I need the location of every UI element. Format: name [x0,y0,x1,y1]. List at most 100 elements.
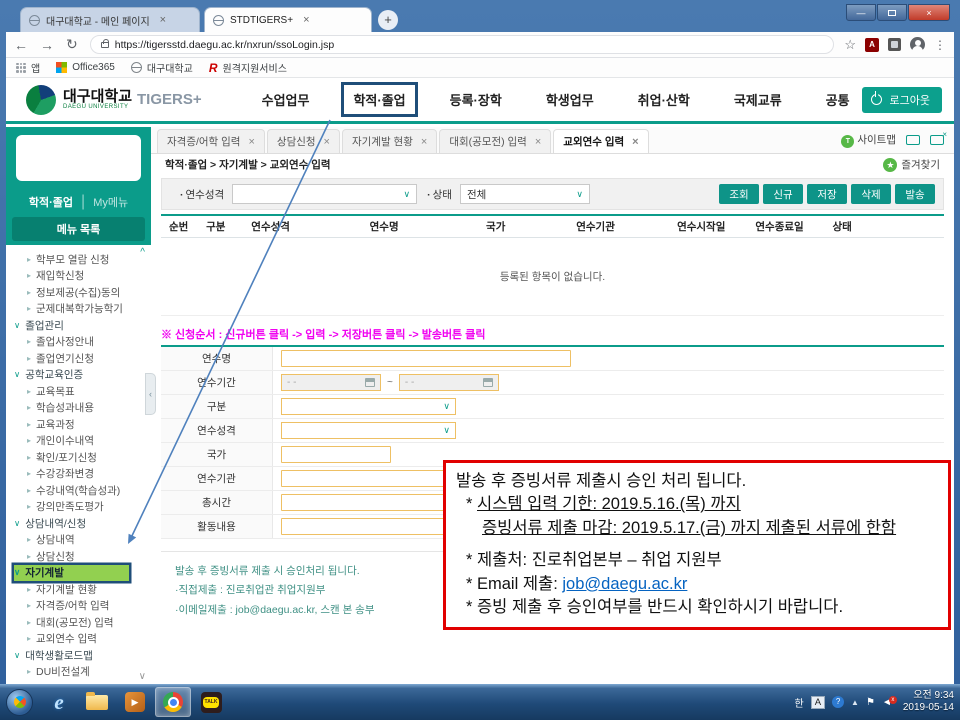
browser-menu-icon[interactable]: ⋮ [934,38,946,52]
sidebar-item[interactable]: 공학교육인증 [14,367,147,384]
sidebar-item[interactable]: 수강강좌변경 [14,466,147,483]
email-link[interactable]: job@daegu.ac.kr [562,575,687,593]
filter-nature-select[interactable]: ∨ [232,184,417,204]
tab-close-icon[interactable]: × [324,136,330,148]
sidebar-item[interactable]: 자기계발 현황 [14,581,147,598]
window-mode-icon[interactable] [906,135,920,145]
nav-item[interactable]: 학적·졸업 [341,82,417,117]
sidebar-item[interactable]: 학부모 열람 신청 [14,251,147,268]
toolbar-button[interactable]: 조회 [719,184,759,204]
training-name-input[interactable] [281,350,571,367]
sidebar-item[interactable]: 정보제공(수집)동의 [14,284,147,301]
bookmark-office365[interactable]: Office365 [56,62,115,73]
sidebar-item[interactable]: 확인/포기신청 [14,449,147,466]
sidebar-item[interactable]: 학습성과내용 [14,400,147,417]
workspace-tab[interactable]: 상담신청 × [267,129,340,153]
forward-button[interactable]: → [40,37,54,53]
add-favorite-link[interactable]: ★ 즐겨찾기 [883,157,940,172]
bookmark-star-icon[interactable]: ☆ [844,37,856,53]
workspace-tab[interactable]: 자격증/어학 입력 × [157,129,265,153]
nature-select[interactable]: ∨ [281,422,456,439]
filter-status-select[interactable]: 전체∨ [460,184,590,204]
bookmark-apps[interactable]: 앱 [16,60,40,75]
sidebar-item[interactable]: 교외연수 입력 [14,631,147,648]
nav-item[interactable]: 등록·장학 [450,90,502,109]
show-hidden-icons[interactable]: ▲ [851,698,859,707]
sidebar-item[interactable]: 대회(공모전) 입력 [14,614,147,631]
sidebar-item[interactable]: 상담내역/신청 [14,515,147,532]
toolbar-button[interactable]: 신규 [763,184,803,204]
tab-close-icon[interactable]: × [632,136,638,148]
sidebar-item[interactable]: 졸업관리 [14,317,147,334]
close-button[interactable]: × [908,4,950,21]
tab-close-icon[interactable]: × [160,14,166,26]
tab-close-icon[interactable]: × [303,14,309,26]
taskbar-mediaplayer-button[interactable]: ▶ [117,687,153,717]
url-text[interactable]: https://tigersstd.daegu.ac.kr/nxrun/ssoL… [115,39,334,51]
taskbar-ie-button[interactable]: e [41,687,77,717]
ime-korean-indicator[interactable]: 한 [795,695,804,710]
pdf-extension-icon[interactable]: A [865,38,879,52]
sitemap-link[interactable]: T사이트맵 [841,132,896,148]
start-button[interactable] [6,689,33,716]
sidebar-item[interactable]: 상담신청 [14,548,147,565]
university-logo[interactable]: 대구대학교 DAEGU UNIVERSITY TIGERS+ [26,85,202,115]
workspace-tab[interactable]: 교외연수 입력 × [553,129,648,153]
volume-muted-icon[interactable]: ◄x [882,697,892,708]
browser-tab-1[interactable]: 대구대학교 - 메인 페이지 × [20,7,200,32]
tab-close-icon[interactable]: × [421,136,427,148]
category-select[interactable]: ∨ [281,398,456,415]
action-center-flag-icon[interactable]: ⚑ [866,697,875,708]
taskbar-chrome-button[interactable] [155,687,191,717]
help-tray-icon[interactable]: ? [832,696,844,708]
sidebar-tab-haejeok[interactable]: 학적·졸업 [29,194,73,210]
new-tab-button[interactable]: + [378,10,398,30]
sidebar-item[interactable]: 자기계발 [14,565,129,582]
nav-item[interactable]: 학생업무 [546,90,594,109]
start-date-input[interactable]: - - [281,374,381,391]
taskbar-kakaotalk-button[interactable]: TALK [193,687,229,717]
back-button[interactable]: ← [14,37,28,53]
nav-item[interactable]: 국제교류 [734,90,782,109]
toolbar-button[interactable]: 저장 [807,184,847,204]
close-all-tabs-icon[interactable] [930,135,944,145]
toolbar-button[interactable]: 삭제 [851,184,891,204]
toolbar-button[interactable]: 발송 [895,184,935,204]
sidebar-item[interactable]: 교육목표 [14,383,147,400]
end-date-input[interactable]: - - [399,374,499,391]
nav-item[interactable]: 취업·산학 [638,90,690,109]
sidebar-item[interactable]: 수강내역(학습성과) [14,482,147,499]
maximize-button[interactable] [877,4,907,21]
sidebar-item[interactable]: 강의만족도평가 [14,499,147,516]
browser-tab-2[interactable]: STDTIGERS+ × [204,7,372,32]
address-bar[interactable]: https://tigersstd.daegu.ac.kr/nxrun/ssoL… [90,35,835,54]
sidebar-item[interactable]: 자격증/어학 입력 [14,598,147,615]
sidebar-item[interactable]: 졸업사정안내 [14,334,147,351]
profile-avatar-icon[interactable] [910,37,925,52]
sidebar-item[interactable]: 재입학신청 [14,268,147,285]
bookmark-remote-support[interactable]: R 원격지원서비스 [209,60,287,75]
workspace-tab[interactable]: 자기계발 현황 × [342,129,437,153]
sidebar-tab-mymenu[interactable]: My메뉴 [93,194,128,210]
sidebar-item[interactable]: 상담내역 [14,532,147,549]
sidebar-item[interactable]: 개인이수내역 [14,433,147,450]
sidebar-item[interactable]: 대학생활로드맵 [14,647,147,664]
logout-button[interactable]: 로그아웃 [862,87,942,113]
sidebar-item[interactable]: 졸업연기신청 [14,350,147,367]
ime-mode-indicator[interactable]: A [811,696,825,709]
sidebar-item[interactable]: 교육과정 [14,416,147,433]
workspace-tab[interactable]: 대회(공모전) 입력 × [439,129,551,153]
sidebar-item[interactable]: DU비전설계 [14,664,147,681]
extension-icon[interactable] [888,38,901,51]
tab-close-icon[interactable]: × [535,136,541,148]
refresh-button[interactable]: ↻ [66,36,78,53]
menu-scroll-down-icon[interactable]: ∨ [139,671,146,682]
bookmark-daegu-univ[interactable]: 대구대학교 [131,60,193,75]
taskbar-clock[interactable]: 오전 9:34 2019-05-14 [903,690,954,715]
sidebar-collapse-handle[interactable]: ‹ [145,373,156,415]
menu-collapse-icon[interactable]: ^ [140,247,145,258]
country-input[interactable] [281,446,391,463]
taskbar-explorer-button[interactable] [79,687,115,717]
nav-item[interactable]: 공통 [826,90,850,109]
sidebar-item[interactable]: 군제대복학가능학기 [14,301,147,318]
